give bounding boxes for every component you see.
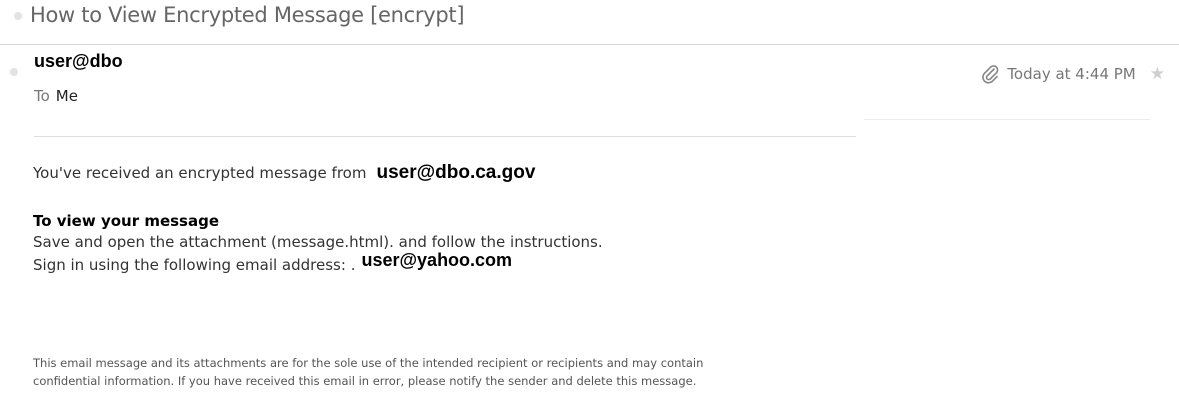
subject-row: How to View Encrypted Message [encrypt] — [0, 0, 1179, 40]
recipient-name[interactable]: Me — [56, 87, 78, 105]
header-divider — [34, 136, 856, 137]
intro-line: You've received an encrypted message fro… — [33, 162, 535, 184]
disclaimer-line: confidential information. If you have re… — [33, 374, 697, 388]
star-icon[interactable]: ★ — [1150, 64, 1165, 84]
intro-text: You've received an encrypted message fro… — [33, 164, 367, 182]
recipient-row: To Me — [34, 87, 78, 105]
signin-email: user@yahoo.com — [361, 250, 513, 270]
subject-divider — [0, 44, 1179, 45]
signin-text: Sign in using the following email addres… — [33, 256, 356, 274]
sender-status-dot[interactable] — [10, 68, 18, 76]
confidentiality-disclaimer: This email message and its attachments a… — [33, 354, 833, 390]
message-timestamp: Today at 4:44 PM — [1007, 65, 1136, 83]
right-divider — [864, 119, 1150, 120]
instructions-heading: To view your message — [33, 212, 220, 230]
email-subject: How to View Encrypted Message [encrypt] — [30, 3, 465, 27]
read-status-dot[interactable] — [14, 12, 22, 20]
message-meta: Today at 4:44 PM ★ — [981, 64, 1165, 84]
sender-name[interactable]: user@dbo — [34, 51, 123, 72]
paperclip-icon[interactable] — [981, 64, 999, 84]
instructions-line-attachment: Save and open the attachment (message.ht… — [33, 233, 603, 251]
sender-email: user@dbo.ca.gov — [376, 162, 536, 183]
instructions-line-signin: Sign in using the following email addres… — [33, 250, 512, 275]
disclaimer-line: This email message and its attachments a… — [33, 356, 704, 370]
to-label: To — [34, 87, 50, 105]
